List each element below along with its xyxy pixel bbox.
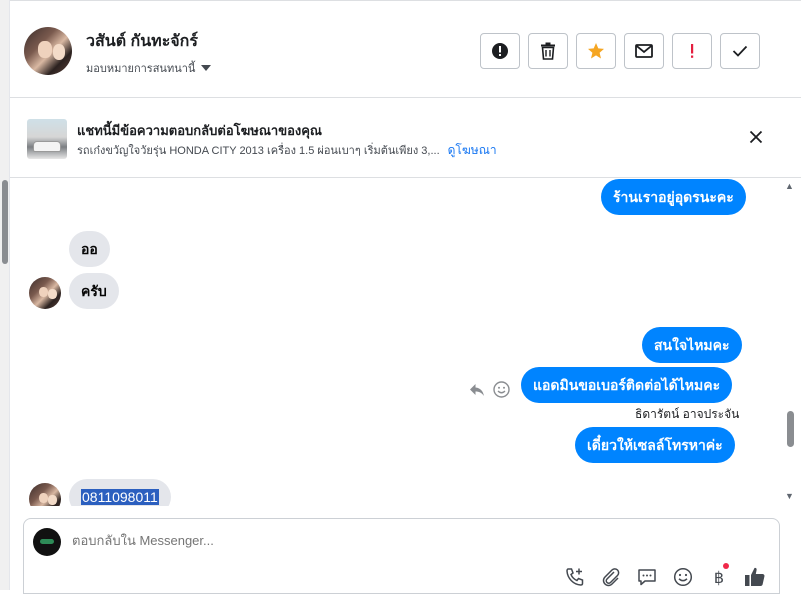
thread-scrollbar-thumb[interactable] [787,411,794,447]
payment-button[interactable]: ฿ [708,563,730,588]
view-ad-link[interactable]: ดูโฆษณา [448,143,497,157]
reply-input[interactable] [72,533,248,548]
call-button[interactable] [564,566,586,588]
conversation-panel: วสันต์ กันทะจักร์ มอบหมายการสนทนานี้ แชท… [10,0,801,594]
attach-button[interactable] [600,566,622,588]
assign-conversation-dropdown[interactable]: มอบหมายการสนทนานี้ [86,59,212,77]
alert-circle-icon [492,43,508,59]
chat-bubble-icon [638,569,656,586]
star-icon [588,43,604,59]
outgoing-message[interactable]: แอดมินขอเบอร์ติดต่อได้ไหมคะ [521,367,733,403]
delete-button[interactable] [528,33,568,69]
outgoing-message[interactable]: เดี๋ยวให้เซลล์โทรหาค่ะ [575,427,735,463]
message-thread[interactable]: ร้านเราอยู่อุดรนะคะ ออ ครับ สนใจไหมคะ แอ… [10,179,780,506]
conversation-header: วสันต์ กันทะจักร์ มอบหมายการสนทนานี้ [10,1,801,98]
reply-icon[interactable] [469,382,485,398]
follow-up-button[interactable] [672,33,712,69]
mark-spam-button[interactable] [480,33,520,69]
sender-name: ธิดารัตน์ อาจประจัน [635,407,740,421]
thumbs-up-icon [745,567,765,586]
ad-banner-title: แชทนี้มีข้อความตอบกลับต่อโฆษณาของคุณ [77,123,322,138]
ad-description-text: รถเก๋งขวัญใจวัยรุ่น HONDA CITY 2013 เครื… [77,145,440,157]
thread-scrollbar[interactable]: ▲ ▼ [780,179,801,506]
outgoing-message[interactable]: สนใจไหมคะ [642,327,742,363]
saved-replies-button[interactable] [636,566,658,588]
page-scrollbar-thumb[interactable] [2,180,8,264]
notification-dot [723,563,729,569]
smiley-icon [673,567,693,587]
star-button[interactable] [576,33,616,69]
page-scrollbar[interactable] [0,0,10,590]
contact-name[interactable]: วสันต์ กันทะจักร์ [86,29,198,54]
ad-reply-banner: แชทนี้มีข้อความตอบกลับต่อโฆษณาของคุณ รถเ… [10,99,801,178]
envelope-icon [635,44,653,58]
send-like-button[interactable] [744,566,766,588]
check-icon [732,45,748,57]
react-emoji-icon[interactable] [493,381,510,398]
baht-icon: ฿ [713,567,725,587]
ad-thumbnail-image[interactable] [27,119,67,159]
exclamation-icon [691,44,694,58]
phone-plus-icon [566,568,584,586]
phone-number-selected[interactable]: 0811098011 [81,489,159,505]
scroll-down-arrow-icon[interactable]: ▼ [785,491,794,501]
incoming-message[interactable]: 0811098011 [69,479,171,506]
page-avatar [33,528,61,556]
incoming-message[interactable]: ครับ [69,273,119,309]
messenger-inbox-window: วสันต์ กันทะจักร์ มอบหมายการสนทนานี้ แชท… [0,0,801,594]
incoming-message[interactable]: ออ [69,231,110,267]
mark-done-button[interactable] [720,33,760,69]
emoji-button[interactable] [672,566,694,588]
scroll-up-arrow-icon[interactable]: ▲ [785,181,794,191]
contact-avatar[interactable] [24,27,72,75]
paperclip-icon [602,568,620,587]
trash-icon [541,42,555,60]
header-action-bar [480,33,760,69]
composer-toolbar: ฿ [564,563,766,588]
mark-unread-button[interactable] [624,33,664,69]
reply-composer: ฿ [23,518,780,594]
message-hover-tools [469,381,510,398]
assign-label: มอบหมายการสนทนานี้ [86,63,196,75]
contact-message-avatar [29,483,61,506]
close-banner-button[interactable] [746,127,766,147]
caret-down-icon [201,65,212,71]
outgoing-message[interactable]: ร้านเราอยู่อุดรนะคะ [601,179,746,215]
close-icon [749,130,763,144]
ad-description: รถเก๋งขวัญใจวัยรุ่น HONDA CITY 2013 เครื… [77,141,497,160]
contact-message-avatar [29,277,61,309]
